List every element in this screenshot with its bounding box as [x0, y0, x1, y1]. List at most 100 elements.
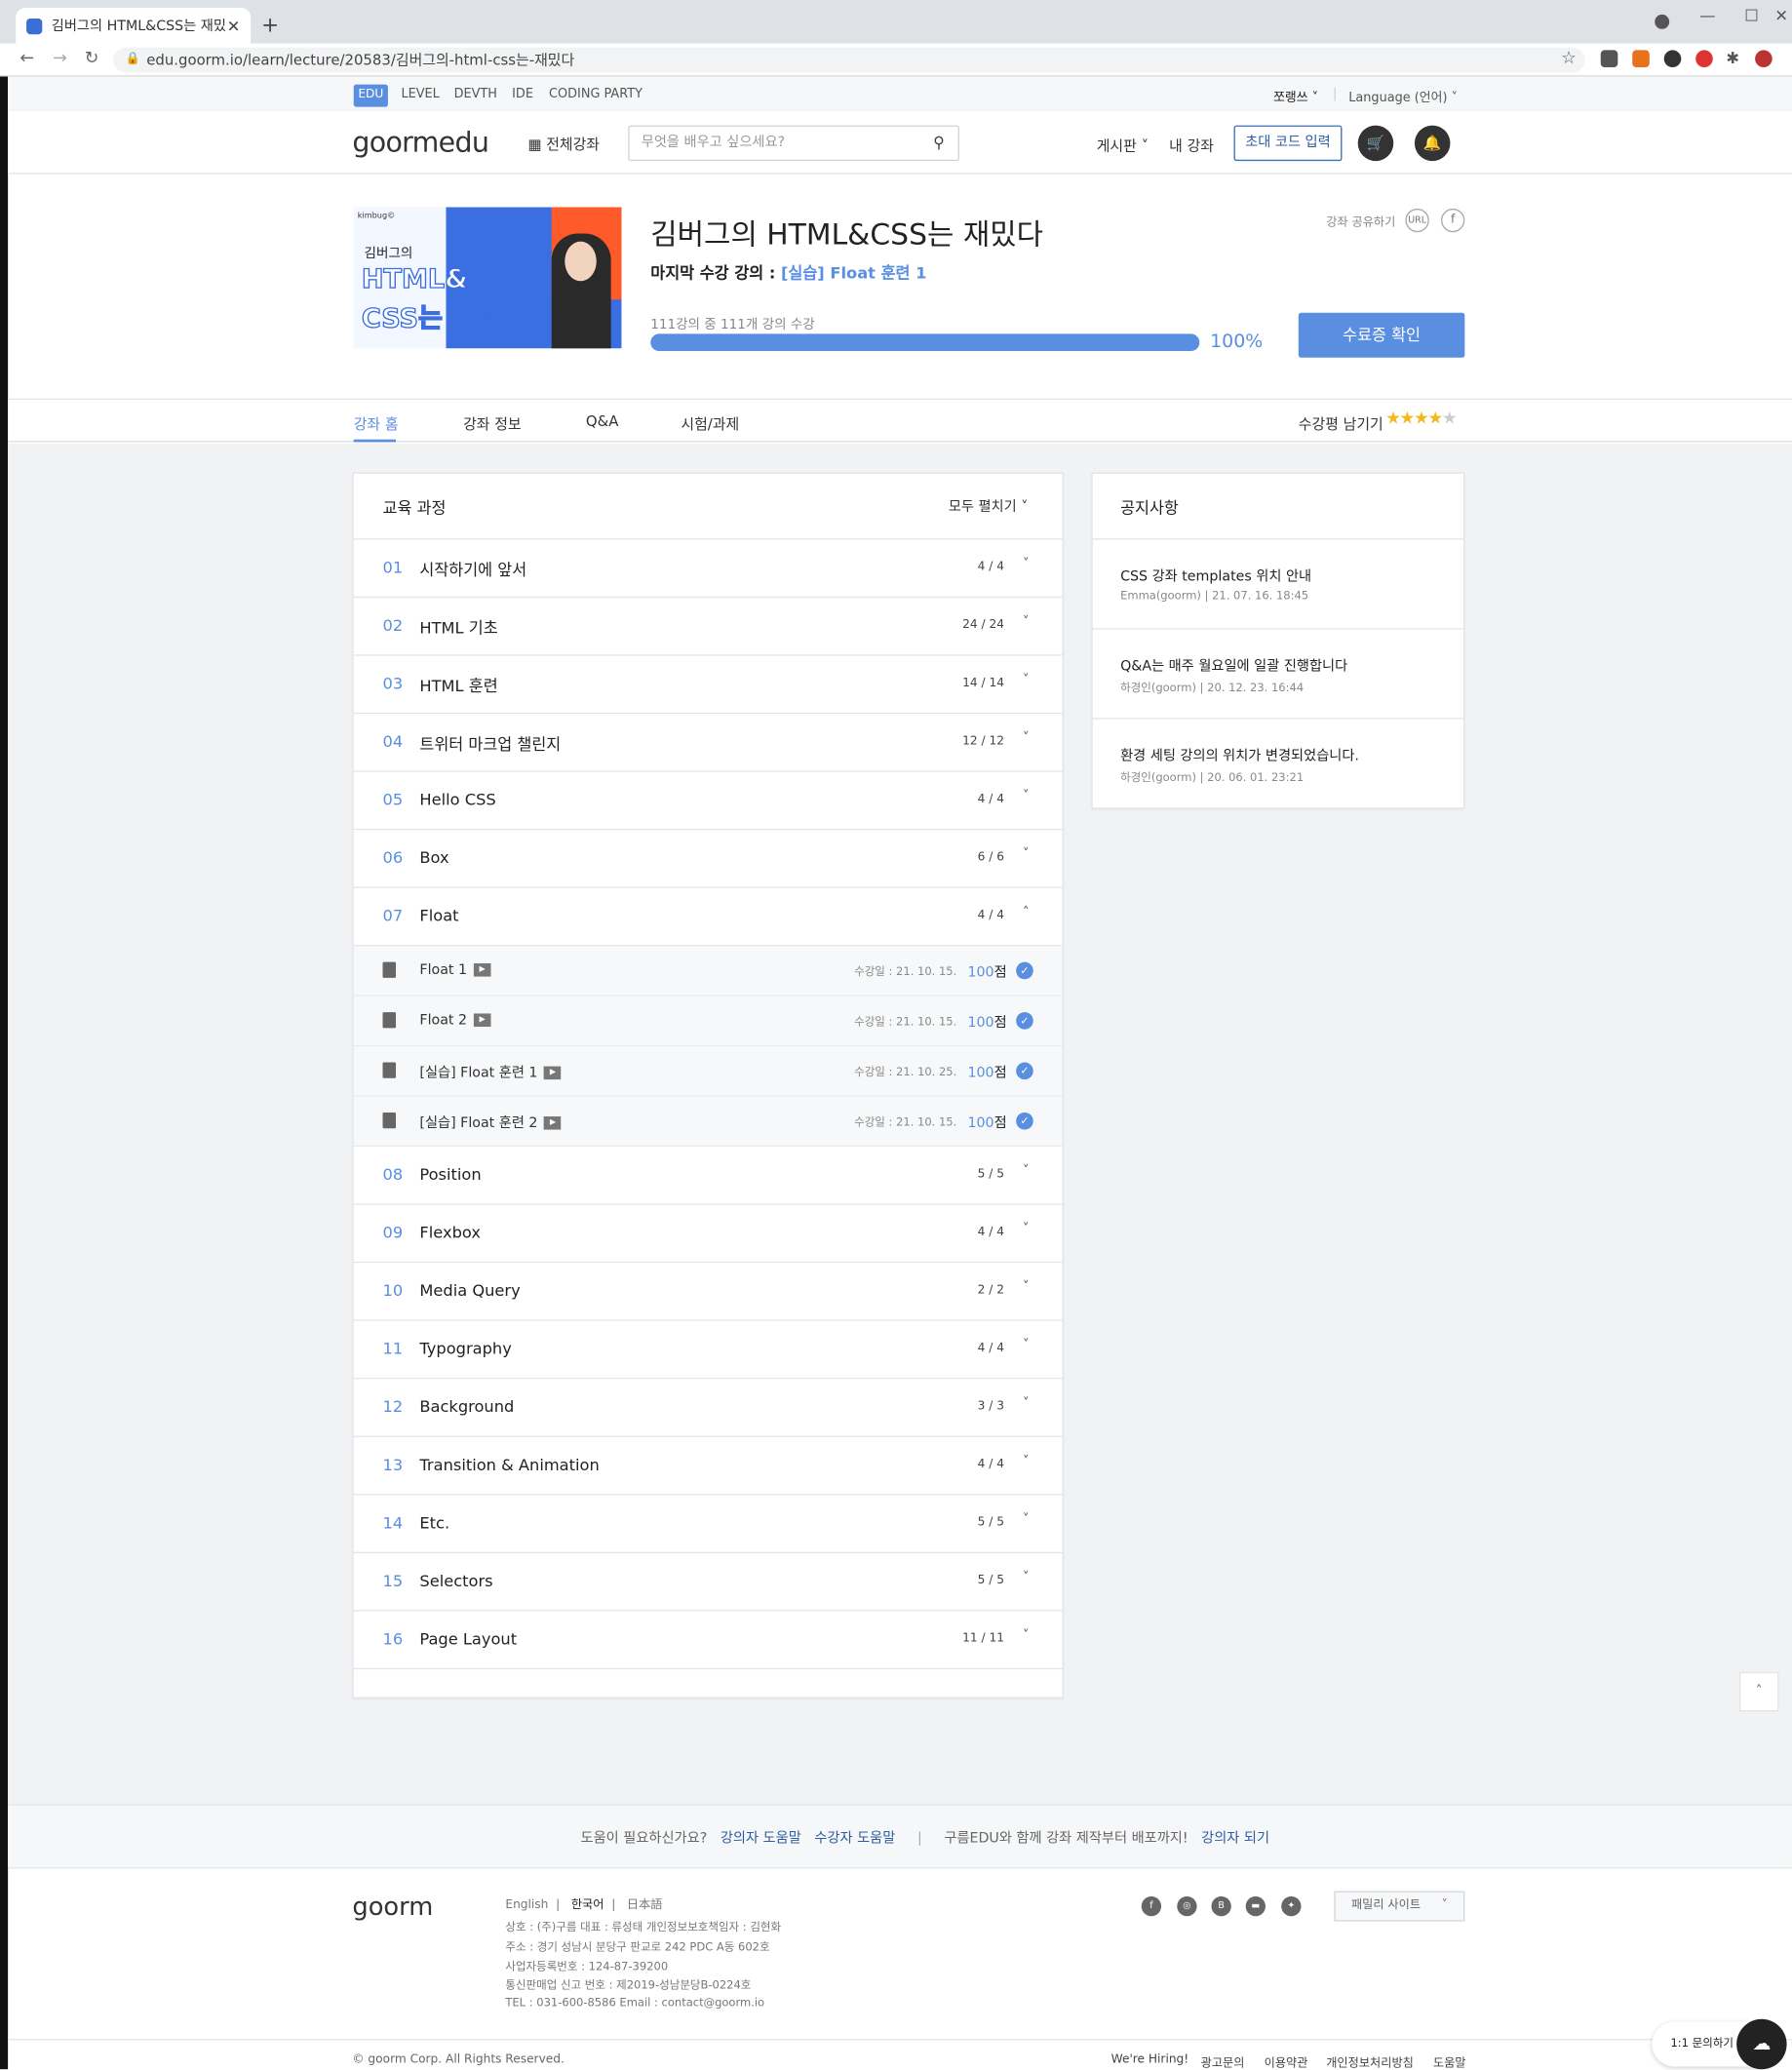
footer-link-terms[interactable]: 이용약관 — [1265, 2053, 1308, 2070]
chat-icon[interactable]: ▬ — [1245, 1895, 1266, 1917]
board-menu[interactable]: 게시판 ˅ — [1097, 135, 1149, 156]
student-help-link[interactable]: 수강자 도움말 — [814, 1830, 895, 1846]
gnb-level[interactable]: LEVEL — [401, 87, 439, 101]
extension-icon[interactable] — [1663, 50, 1682, 68]
channel-icon[interactable]: ✦ — [1281, 1895, 1302, 1917]
gnb-ide[interactable]: IDE — [512, 87, 533, 101]
minimize-icon[interactable]: — — [1699, 7, 1715, 25]
user-menu[interactable]: 쪼랭쓰 ˅ — [1273, 87, 1318, 105]
notice-item[interactable]: CSS 강좌 templates 위치 안내 Emma(goorm) | 21.… — [1092, 540, 1463, 630]
family-site-select[interactable]: 패밀리 사이트 ˅ — [1334, 1891, 1465, 1922]
curriculum-section[interactable]: 03 HTML 훈련 14 / 14 ˅ — [353, 655, 1063, 715]
instructor-help-link[interactable]: 강의자 도움말 — [721, 1830, 801, 1846]
search-input[interactable]: 무엇을 배우고 싶으세요? ⚲ — [628, 125, 959, 162]
footer-link-hiring[interactable]: We're Hiring! — [1111, 2053, 1189, 2067]
extension-icon[interactable] — [1600, 50, 1618, 68]
footer-link-privacy[interactable]: 개인정보처리방침 — [1326, 2053, 1414, 2070]
new-tab-icon[interactable]: + — [261, 12, 279, 37]
blog-icon[interactable]: B — [1211, 1895, 1231, 1917]
chevron-down-icon[interactable]: ˅ — [1023, 615, 1030, 630]
curriculum-section[interactable]: 13 Transition & Animation 4 / 4 ˅ — [353, 1436, 1063, 1496]
star-icon[interactable]: ★ — [1414, 410, 1429, 429]
chevron-down-icon[interactable]: ˅ — [1023, 557, 1030, 571]
notice-item-title[interactable]: 환경 세팅 강의의 위치가 변경되었습니다. — [1120, 746, 1359, 765]
url-field[interactable]: 🔒 edu.goorm.io/learn/lecture/20583/김버그의-… — [113, 47, 1585, 73]
notice-item[interactable]: 환경 세팅 강의의 위치가 변경되었습니다. 하경인(goorm) | 20. … — [1093, 720, 1463, 809]
chevron-down-icon[interactable]: ˅ — [1023, 847, 1030, 862]
lesson-row[interactable]: [실습] Float 훈련 2 ▶ 수강일 : 21. 10. 15. 100점 ✓ — [353, 1096, 1063, 1148]
chevron-down-icon[interactable]: ˅ — [1023, 1396, 1030, 1411]
curriculum-section[interactable]: 02 HTML 기초 24 / 24 ˅ — [353, 598, 1063, 656]
goorm-footer-logo[interactable]: goorm — [352, 1893, 433, 1922]
curriculum-section[interactable]: 16 Page Layout 11 / 11 ˅ — [353, 1611, 1063, 1670]
curriculum-section[interactable]: 01 시작하기에 앞서 4 / 4 ˅ — [353, 539, 1063, 599]
curriculum-section[interactable]: 08 Position 5 / 5 ˅ — [353, 1147, 1063, 1205]
footer-link-ads[interactable]: 광고문의 — [1201, 2053, 1245, 2070]
profile-dropdown-icon[interactable] — [1655, 14, 1670, 29]
curriculum-section[interactable]: 10 Media Query 2 / 2 ˅ — [353, 1263, 1063, 1321]
invite-code-button[interactable]: 초대 코드 입력 — [1233, 125, 1343, 162]
gnb-devth[interactable]: DEVTH — [454, 87, 497, 101]
back-icon[interactable]: ← — [19, 49, 34, 68]
lesson-title-wrap[interactable]: Float 2 ▶ — [419, 1012, 491, 1028]
chevron-down-icon[interactable]: ˅ — [1023, 673, 1030, 687]
scroll-to-top-button[interactable]: ˄ — [1738, 1671, 1779, 1712]
instagram-icon[interactable]: ◎ — [1177, 1895, 1197, 1917]
review-link[interactable]: 수강평 남기기 — [1299, 413, 1383, 435]
gnb-coding-party[interactable]: CODING PARTY — [549, 87, 643, 101]
notice-item-title[interactable]: Q&A는 매주 월요일에 일괄 진행합니다 — [1120, 656, 1347, 676]
star-icon[interactable]: ★ — [1427, 410, 1443, 429]
curriculum-section[interactable]: 15 Selectors 5 / 5 ˅ — [353, 1553, 1063, 1612]
all-courses-menu[interactable]: ▦ 전체강좌 — [527, 134, 600, 155]
maximize-icon[interactable]: ☐ — [1744, 7, 1759, 25]
notice-item[interactable]: Q&A는 매주 월요일에 일괄 진행합니다 하경인(goorm) | 20. 1… — [1092, 630, 1463, 720]
lesson-title-wrap[interactable]: Float 1 ▶ — [419, 962, 491, 978]
curriculum-section[interactable]: 04 트위터 마크업 챌린지 12 / 12 ˅ — [353, 714, 1063, 772]
last-lecture-link[interactable]: [실습] Float 훈련 1 — [781, 264, 926, 283]
star-icon[interactable]: ★ — [1385, 410, 1401, 429]
tab-course-info[interactable]: 강좌 정보 — [463, 413, 522, 435]
become-instructor-link[interactable]: 강의자 되기 — [1201, 1830, 1269, 1846]
star-icon[interactable]: ★ — [1442, 410, 1458, 429]
close-window-icon[interactable]: ✕ — [1774, 7, 1788, 25]
gnb-edu[interactable]: EDU — [353, 84, 388, 107]
extension-icon[interactable] — [1695, 50, 1713, 68]
cart-icon[interactable]: 🛒 — [1357, 125, 1394, 162]
curriculum-section[interactable]: 12 Background 3 / 3 ˅ — [353, 1379, 1063, 1437]
chevron-down-icon[interactable]: ˅ — [1023, 1222, 1030, 1236]
curriculum-section[interactable]: 14 Etc. 5 / 5 ˅ — [353, 1495, 1063, 1554]
footer-link-help[interactable]: 도움말 — [1433, 2053, 1466, 2070]
forward-icon[interactable]: → — [53, 49, 67, 68]
goormedu-logo[interactable]: goormedu — [352, 127, 489, 158]
inquiry-button[interactable]: 1:1 문의하기 ☁ — [1652, 2018, 1787, 2070]
chevron-down-icon[interactable]: ˅ — [1023, 1628, 1030, 1643]
share-facebook-button[interactable]: f — [1440, 208, 1465, 233]
bell-icon[interactable]: 🔔 — [1414, 125, 1451, 162]
lang-korean[interactable]: 한국어 — [571, 1899, 604, 1913]
notice-item-title[interactable]: CSS 강좌 templates 위치 안내 — [1120, 566, 1311, 586]
search-icon[interactable]: ⚲ — [933, 127, 945, 160]
lesson-row[interactable]: Float 1 ▶ 수강일 : 21. 10. 15. 100점 ✓ — [353, 946, 1063, 996]
my-courses-link[interactable]: 내 강좌 — [1169, 135, 1214, 156]
curriculum-section[interactable]: 05 Hello CSS 4 / 4 ˅ — [353, 771, 1063, 831]
share-url-button[interactable]: URL — [1405, 208, 1429, 233]
bookmark-star-icon[interactable]: ☆ — [1561, 49, 1577, 68]
chevron-down-icon[interactable]: ˅ — [1023, 731, 1030, 746]
reload-icon[interactable]: ↻ — [85, 49, 99, 68]
curriculum-section[interactable]: 09 Flexbox 4 / 4 ˅ — [353, 1204, 1063, 1264]
lesson-row[interactable]: Float 2 ▶ 수강일 : 21. 10. 15. 100점 ✓ — [353, 996, 1063, 1047]
puzzle-extensions-icon[interactable]: ✱ — [1726, 49, 1739, 67]
expand-all-button[interactable]: 모두 펼치기 ˅ — [949, 496, 1029, 516]
lang-english[interactable]: English — [505, 1899, 548, 1913]
rating-stars[interactable]: ★★★★★ — [1385, 410, 1458, 429]
user-avatar[interactable] — [1755, 50, 1773, 68]
close-tab-icon[interactable]: ✕ — [227, 17, 241, 35]
chevron-down-icon[interactable]: ˅ — [1023, 1280, 1030, 1295]
lesson-title-wrap[interactable]: [실습] Float 훈련 2 ▶ — [419, 1113, 562, 1132]
extension-icon[interactable] — [1632, 50, 1650, 68]
chevron-down-icon[interactable]: ˅ — [1023, 1571, 1030, 1585]
lesson-row[interactable]: [실습] Float 훈련 1 ▶ 수강일 : 21. 10. 25. 100점 ✓ — [353, 1046, 1063, 1097]
certificate-button[interactable]: 수료증 확인 — [1298, 312, 1465, 358]
curriculum-section[interactable]: 11 Typography 4 / 4 ˅ — [353, 1320, 1063, 1380]
star-icon[interactable]: ★ — [1400, 410, 1416, 429]
